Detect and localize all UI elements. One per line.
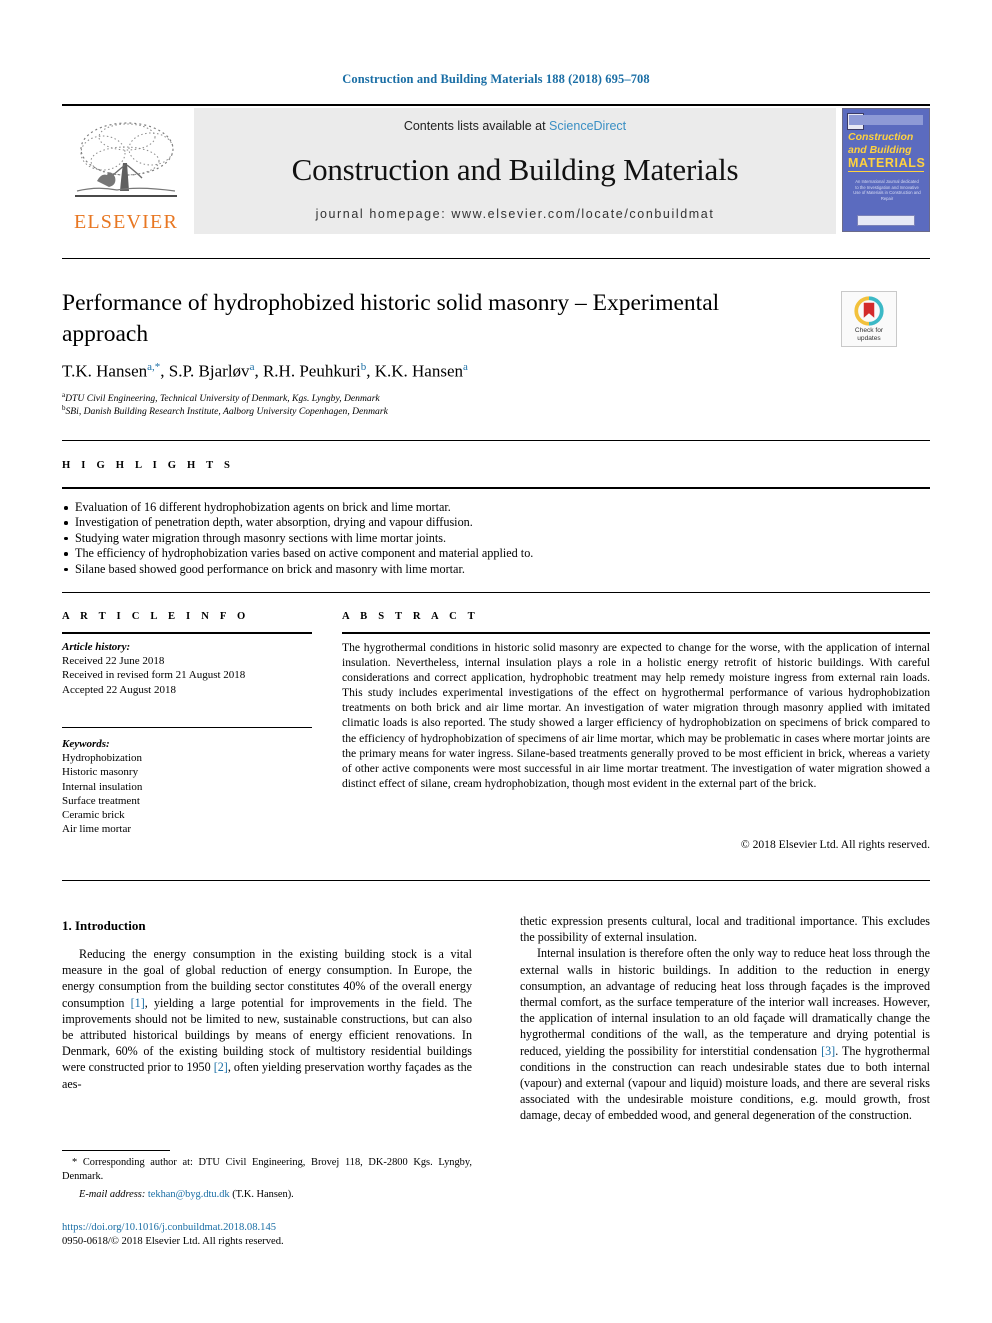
- body-column-left: Reducing the energy consumption in the e…: [62, 946, 472, 1092]
- keyword-item: Surface treatment: [62, 794, 140, 807]
- title-divider: [62, 258, 930, 259]
- intro-right-text-a: Internal insulation is therefore often t…: [520, 946, 930, 1058]
- body-column-right: thetic expression presents cultural, loc…: [520, 913, 930, 1124]
- cover-footer-box: [857, 215, 915, 226]
- article-info-rule: [62, 632, 312, 634]
- paragraph: Reducing the energy consumption in the e…: [62, 946, 472, 1092]
- keywords-label: Keywords:: [62, 738, 110, 750]
- journal-masthead: ELSEVIER Contents lists available at Sci…: [62, 104, 930, 234]
- footnote-block: * Corresponding author at: DTU Civil Eng…: [62, 1156, 472, 1202]
- abstract-bottom-divider: [62, 880, 930, 881]
- corresponding-marker: *: [72, 1157, 78, 1168]
- crossmark-badge[interactable]: Check for updates: [841, 291, 897, 347]
- author-name: R.H. Peuhkuri: [262, 361, 361, 381]
- author-sup[interactable]: a: [463, 361, 468, 373]
- article-history-label: Article history:: [62, 641, 131, 653]
- contents-prefix: Contents lists available at: [403, 119, 550, 133]
- article-history-received: Received 22 June 2018: [62, 655, 165, 668]
- crossmark-line1: Check for: [854, 326, 884, 334]
- crossmark-icon: [854, 296, 884, 326]
- issn-copyright: 0950-0618/© 2018 Elsevier Ltd. All right…: [62, 1236, 284, 1248]
- keyword-item: Ceramic brick: [62, 809, 125, 822]
- article-info-heading: A R T I C L E I N F O: [62, 611, 250, 622]
- cover-title-line2: and Building: [848, 143, 912, 156]
- highlights-rule: [62, 487, 930, 489]
- abstract-text: The hygrothermal conditions in historic …: [342, 641, 930, 790]
- list-item: Silane based showed good performance on …: [62, 562, 662, 577]
- journal-homepage-link[interactable]: journal homepage: www.elsevier.com/locat…: [316, 207, 715, 221]
- highlights-heading: H I G H L I G H T S: [62, 460, 235, 471]
- crossmark-line2: updates: [857, 334, 881, 342]
- corresponding-author-note: * Corresponding author at: DTU Civil Eng…: [62, 1156, 472, 1184]
- email-note: E-mail address: tekhan@byg.dtu.dk (T.K. …: [62, 1188, 472, 1202]
- contents-available-line: Contents lists available at ScienceDirec…: [404, 119, 626, 133]
- journal-title: Construction and Building Materials: [291, 152, 739, 187]
- keywords-divider: [62, 727, 312, 728]
- crossmark-label: Check for updates: [855, 327, 883, 342]
- keyword-item: Internal insulation: [62, 780, 143, 793]
- abstract-copyright: © 2018 Elsevier Ltd. All rights reserved…: [740, 838, 930, 851]
- elsevier-logo: ELSEVIER: [62, 108, 190, 234]
- section-title-introduction: 1. Introduction: [62, 918, 146, 933]
- author-name: S.P. Bjarløv: [168, 361, 250, 381]
- journal-cover-thumbnail: Construction and Building MATERIALS An I…: [842, 108, 930, 232]
- affiliation-b: bSBi, Danish Building Research Institute…: [62, 402, 862, 418]
- affiliation-text: SBi, Danish Building Research Institute,…: [65, 406, 388, 418]
- paragraph: Internal insulation is therefore often t…: [520, 945, 930, 1123]
- article-history-revised: Received in revised form 21 August 2018: [62, 669, 246, 682]
- journal-band: Contents lists available at ScienceDirec…: [194, 108, 836, 234]
- email-link[interactable]: tekhan@byg.dtu.dk: [148, 1189, 230, 1200]
- highlights-list: Evaluation of 16 different hydrophobizat…: [62, 500, 662, 577]
- keywords-block: Keywords: Hydrophobization Historic maso…: [62, 737, 312, 836]
- page-title: Performance of hydrophobized historic so…: [62, 290, 720, 347]
- email-label: E-mail address:: [79, 1189, 146, 1200]
- list-item: Studying water migration through masonry…: [62, 531, 662, 546]
- sciencedirect-link[interactable]: ScienceDirect: [549, 119, 626, 133]
- paper-page: Construction and Building Materials 188 …: [0, 0, 992, 1323]
- highlights-top-divider: [62, 440, 930, 441]
- info-top-divider: [62, 592, 930, 593]
- cover-title: Construction and Building MATERIALS: [848, 131, 925, 170]
- cover-blurb: An International Journal dedicated to th…: [853, 179, 921, 201]
- list-item: Investigation of penetration depth, wate…: [62, 515, 662, 530]
- author-sup[interactable]: a,*: [147, 361, 160, 373]
- list-item: The efficiency of hydrophobization varie…: [62, 546, 662, 561]
- abstract-heading: A B S T R A C T: [342, 611, 479, 622]
- running-head: Construction and Building Materials 188 …: [342, 72, 650, 86]
- elsevier-wordmark: ELSEVIER: [73, 211, 179, 233]
- corresponding-text: Corresponding author at: DTU Civil Engin…: [62, 1157, 472, 1182]
- citation-ref-2[interactable]: [2]: [214, 1060, 228, 1074]
- cover-title-line3: MATERIALS: [848, 156, 926, 170]
- author-name: T.K. Hansen: [62, 361, 148, 381]
- doi-link[interactable]: https://doi.org/10.1016/j.conbuildmat.20…: [62, 1221, 502, 1235]
- keyword-item: Hydrophobization: [62, 752, 143, 765]
- list-item: Evaluation of 16 different hydrophobizat…: [62, 500, 662, 515]
- author-sup[interactable]: a: [250, 361, 255, 373]
- article-history-block: Article history: Received 22 June 2018 R…: [62, 640, 312, 697]
- cover-divider: [848, 171, 924, 172]
- footnote-divider: [62, 1150, 170, 1151]
- author-list: T.K. Hansena,*, S.P. Bjarløva, R.H. Peuh…: [62, 361, 468, 381]
- keyword-item: Air lime mortar: [62, 823, 132, 836]
- abstract-rule: [342, 632, 930, 634]
- author-sup[interactable]: b: [361, 361, 367, 373]
- cover-topbar: [849, 115, 923, 125]
- article-history-accepted: Accepted 22 August 2018: [62, 683, 176, 696]
- footer-doi-block: https://doi.org/10.1016/j.conbuildmat.20…: [62, 1221, 502, 1250]
- citation-ref-3[interactable]: [3]: [821, 1044, 835, 1058]
- cover-title-line1: Construction: [848, 131, 914, 143]
- citation-ref-1[interactable]: [1]: [131, 996, 145, 1010]
- elsevier-tree-icon: [67, 119, 185, 211]
- email-owner: (T.K. Hansen).: [232, 1189, 294, 1200]
- author-name: K.K. Hansen: [374, 361, 463, 381]
- paragraph: thetic expression presents cultural, loc…: [520, 914, 930, 945]
- keyword-item: Historic masonry: [62, 766, 139, 779]
